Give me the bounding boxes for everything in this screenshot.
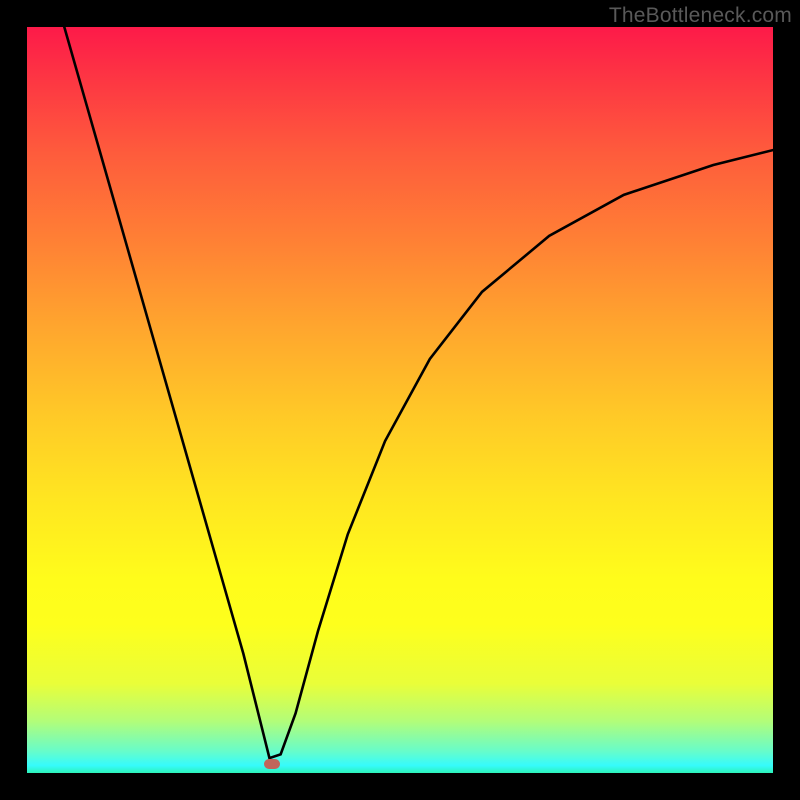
optimal-point-marker bbox=[264, 759, 280, 769]
chart-frame: TheBottleneck.com bbox=[0, 0, 800, 800]
watermark-text: TheBottleneck.com bbox=[609, 4, 792, 28]
bottleneck-curve bbox=[27, 27, 773, 773]
plot-area bbox=[27, 27, 773, 773]
